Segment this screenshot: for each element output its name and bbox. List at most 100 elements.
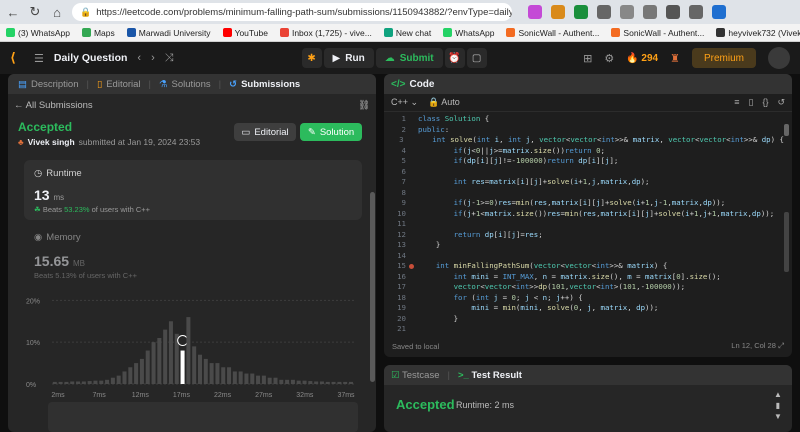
solution-button[interactable]: ✎ Solution [300,123,362,141]
debug-button[interactable]: ✱ [301,48,322,68]
submit-button[interactable]: ☁ Submit [375,48,443,68]
left-scrollbar[interactable] [370,192,375,382]
bookmark-item[interactable]: WhatsApp [443,28,494,38]
code-line: 18 for (int j = 0; j < n; j++) { [397,292,583,302]
doc-icon: ▤ [18,78,27,90]
shuffle-icon[interactable]: ⤨ [165,52,174,65]
chart-bar [221,367,226,384]
breakpoint-icon[interactable] [406,261,416,272]
bookmark-item[interactable]: Marwadi University [126,27,211,38]
code-line: 9 if(j-1>=0)res=min(res,matrix[i][j]+sol… [401,198,726,207]
extension-icon[interactable] [597,5,611,19]
code-line: 2 public: [401,124,450,134]
profile-icon[interactable] [689,5,703,19]
code-line: 6 [401,166,406,176]
share-link-icon[interactable]: ⛓ [358,100,370,111]
tab-test-result[interactable]: >_ Test Result [458,370,522,381]
code-line: 12 return dp[i][j]=res; [397,229,543,239]
bookmark-item[interactable]: New chat [383,28,431,38]
test-status: Accepted [396,397,455,412]
settings-gear-icon[interactable]: ⚙ [604,52,614,65]
beats-percent: 53.23% [64,205,90,214]
prev-problem-icon[interactable]: ‹ [137,52,141,64]
timer-button[interactable]: ⏰ [444,48,465,68]
url-text: https://leetcode.com/problems/minimum-fa… [96,6,512,18]
extension-icon[interactable] [574,5,588,19]
tab-submissions[interactable]: ↺ Submissions [225,79,304,90]
language-select[interactable]: C++ ⌄ [391,97,418,108]
auto-mode[interactable]: 🔒 Auto [428,97,460,108]
format-icon[interactable]: ≡ [734,97,739,108]
test-runtime: Runtime: 2 ms [456,400,515,410]
bookmark-item[interactable]: Inbox (1,725) - vive... [279,28,372,38]
editor-tools: ≡ ▯ {} ↺ [734,97,785,108]
user-name[interactable]: Vivek singh [28,137,75,147]
run-button[interactable]: ▶ Run [323,48,374,68]
leetcode-logo-icon[interactable]: ⟨ [10,51,24,65]
submission-panel: ▤ Description | ▯ Editorial | ⚗ Solutions |… [8,74,376,432]
home-icon[interactable]: ⌂ [50,5,64,20]
bookmark-label: SonicWall - Authent... [623,27,705,38]
split-view-icon[interactable] [620,5,634,19]
history-icon: ↺ [229,78,238,90]
user-avatar-icon: ♣ [18,137,24,147]
tab-testcase[interactable]: ☑ Testcase [391,370,440,381]
braces-icon[interactable]: {} [762,97,768,108]
reload-icon[interactable]: ↻ [28,4,42,20]
x-tick-label: 12ms [132,392,150,399]
chart-bar [145,350,150,384]
code-line: 11 [397,219,406,228]
tab-solutions[interactable]: ⚗ Solutions [155,79,215,90]
bookmark-item[interactable]: SonicWall - Authent... [506,28,599,38]
x-tick-label: 37ms [337,392,355,399]
bookmark-favicon-icon [6,28,15,37]
next-problem-icon[interactable]: › [151,52,155,64]
chart-bar [290,379,295,384]
bookmark-item[interactable]: YouTube [222,28,268,38]
bookmark-item[interactable]: Maps [81,28,115,38]
chart-bar [70,381,75,384]
favorites-icon[interactable] [643,5,657,19]
extension-icon[interactable] [528,5,542,19]
back-arrow-icon[interactable]: ← [6,5,20,20]
test-scroll-arrows-icon[interactable]: ▲ ▮ ▼ [774,389,782,422]
streak-counter[interactable]: 🔥 294 [626,53,658,64]
chart-bar [64,381,69,384]
premium-button[interactable]: Premium [691,48,756,68]
flask-icon: ⚗ [159,78,168,90]
chart-bar [302,380,307,384]
extension-icon[interactable] [551,5,565,19]
copilot-icon[interactable] [712,5,726,19]
notes-button[interactable]: ▢ [466,48,487,68]
memory-value: 15.65 MB [34,253,137,269]
expand-icon[interactable]: ⤢ [778,341,784,350]
bookmark-item[interactable]: heyvivek732 (Vivek... [716,28,800,38]
address-bar[interactable]: 🔒 https://leetcode.com/problems/minimum-… [72,3,512,21]
code-scrollbar-track[interactable] [784,212,789,272]
bookmark-label: Marwadi University [138,27,211,38]
tab-editorial[interactable]: ▯ Editorial [93,79,145,90]
runtime-card[interactable]: ◷ Runtime 13 ms ☘ Beats 53.23% of users w… [24,160,362,220]
store-icon[interactable]: ♜ [670,52,680,65]
daily-question-title[interactable]: Daily Question [54,52,128,64]
bookmark-item[interactable]: (3) WhatsApp [6,28,70,38]
list-icon[interactable]: ☰ [34,52,44,65]
code-line: 19 mini = min(mini, solve(0, j, matrix, … [397,303,659,312]
reset-icon[interactable]: ↺ [777,97,785,108]
code-line: 1 class Solution { [401,114,490,123]
layout-grid-icon[interactable]: ⊞ [583,52,592,65]
bookmark-icon[interactable]: ▯ [748,97,753,108]
bookmark-item[interactable]: SonicWall - Authent... [611,28,704,38]
editorial-button[interactable]: ▭ Editorial [234,123,296,141]
code-scrollbar-thumb[interactable] [784,124,789,136]
tab-description[interactable]: ▤ Description [14,79,83,90]
code-line: 4 if(j<0||j>=matrix.size())return 0; [401,145,605,155]
avatar[interactable] [768,47,790,69]
collections-icon[interactable] [666,5,680,19]
memory-section[interactable]: ◉ Memory 15.65 MB Beats 5.13% of users wi… [34,232,137,280]
lock-icon: 🔒 [428,97,440,107]
language-label: C++ [391,97,409,107]
code-editor[interactable]: 1 class Solution { 2 public: 3 int solve(i… [384,114,784,335]
code-line: 3 int solve(int i, int j, vector<vector<… [399,135,784,144]
all-submissions-link[interactable]: ← All Submissions [14,100,93,111]
